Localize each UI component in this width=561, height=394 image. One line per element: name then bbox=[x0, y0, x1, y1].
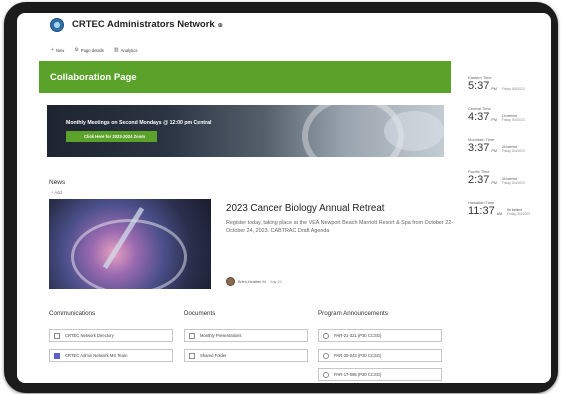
site-title[interactable]: CRTEC Administrators Network ⊕ bbox=[72, 19, 223, 30]
documents-heading: Documents bbox=[184, 310, 216, 317]
clock-mountain: Mountain Time 3:37 PM 2h behind Friday, … bbox=[468, 137, 548, 154]
link-network-directory[interactable]: CRTEC Network Directory bbox=[49, 329, 173, 342]
clock-pacific: Pacific Time 2:37 PM 3h behind Friday, 8… bbox=[468, 169, 548, 186]
clock-date: Friday, 8/4/2023 bbox=[501, 149, 525, 153]
clock-ampm: PM bbox=[491, 118, 497, 122]
new-button[interactable]: + New bbox=[51, 47, 64, 53]
clock-central: Central Time 4:37 PM 1h behind Friday, 8… bbox=[468, 106, 548, 123]
page-details-label: Page details bbox=[80, 47, 104, 53]
clock-time: 3:37 bbox=[468, 142, 490, 154]
link-ms-team[interactable]: CRTEC Admin Network MS Team bbox=[49, 349, 173, 362]
clock-date: Friday, 8/4/2023 bbox=[507, 212, 530, 216]
link-label: PAR-17-095 (P30 CCSG) bbox=[334, 372, 382, 377]
clock-time: 2:37 bbox=[468, 174, 490, 186]
news-author: Brien,Heather M. July 20 bbox=[226, 277, 282, 286]
clock-ampm: PM bbox=[491, 149, 497, 153]
link-par-20-043[interactable]: PAR-20-043 (P30 CCSG) bbox=[318, 349, 442, 362]
promo-image: Monthly Meetings on Second Mondays @ 12:… bbox=[47, 105, 444, 157]
site-logo[interactable] bbox=[50, 18, 64, 32]
site-header: CRTEC Administrators Network ⊕ bbox=[17, 13, 551, 39]
link-par-17-095[interactable]: PAR-17-095 (P30 CCSG) bbox=[318, 368, 442, 381]
page-details-button[interactable]: ⚙ Page details bbox=[74, 47, 104, 53]
clock-date: Friday, 8/4/2023 bbox=[501, 118, 525, 122]
hero-banner: Collaboration Page bbox=[39, 61, 451, 93]
screenshot-frame: CRTEC Administrators Network ⊕ + New ⚙ Pa… bbox=[0, 0, 561, 394]
clock-meta: 6h behind Friday, 8/4/2023 bbox=[507, 208, 530, 216]
communications-heading: Communications bbox=[49, 310, 96, 317]
globe-icon bbox=[323, 352, 329, 359]
document-icon bbox=[54, 332, 60, 339]
news-heading: News bbox=[49, 179, 66, 186]
clock-date: Friday, 8/4/2023 bbox=[501, 87, 525, 91]
zoom-link-button[interactable]: Click Here for 2023-2024 Zoom bbox=[66, 131, 157, 142]
clock-meta: 1h behind Friday, 8/4/2023 bbox=[502, 114, 525, 122]
page-title: Collaboration Page bbox=[50, 72, 137, 83]
device-bezel: CRTEC Administrators Network ⊕ + New ⚙ Pa… bbox=[4, 2, 558, 393]
chart-icon: ▥ bbox=[113, 47, 119, 53]
clock-date: Friday, 8/4/2023 bbox=[501, 181, 525, 185]
clock-ampm: PM bbox=[491, 181, 497, 185]
avatar bbox=[226, 277, 235, 286]
add-news-button[interactable]: + Add bbox=[51, 190, 62, 195]
news-image[interactable] bbox=[49, 199, 211, 289]
gear-icon: ⚙ bbox=[74, 47, 79, 53]
link-label: CRTEC Network Directory bbox=[65, 333, 114, 338]
link-shared-folder[interactable]: Shared Folder bbox=[184, 349, 308, 362]
clock-time: 5:37 bbox=[468, 80, 490, 92]
follow-icon[interactable]: ⊕ bbox=[218, 23, 223, 29]
link-label: CRTEC Admin Network MS Team bbox=[65, 353, 128, 358]
author-name: Brien,Heather M. bbox=[238, 279, 267, 284]
command-bar: + New ⚙ Page details ▥ Analytics bbox=[51, 45, 137, 55]
clock-ampm: PM bbox=[491, 87, 497, 91]
link-label: Shared Folder bbox=[200, 353, 227, 358]
browser-screen: CRTEC Administrators Network ⊕ + New ⚙ Pa… bbox=[17, 13, 551, 383]
clock-meta: 3h behind Friday, 8/4/2023 bbox=[502, 177, 525, 185]
promo-text: Monthly Meetings on Second Mondays @ 12:… bbox=[66, 120, 212, 126]
new-label: New bbox=[55, 47, 65, 53]
link-label: Monthly Presentations bbox=[200, 333, 242, 338]
program-announcements-heading: Program Announcements bbox=[318, 310, 388, 317]
news-title[interactable]: 2023 Cancer Biology Annual Retreat bbox=[226, 203, 385, 214]
folder-icon bbox=[189, 352, 195, 359]
news-excerpt: Register today, taking place at the VEA … bbox=[226, 220, 454, 234]
clock-time: 4:37 bbox=[468, 111, 490, 123]
link-monthly-presentations[interactable]: Monthly Presentations bbox=[184, 329, 308, 342]
analytics-label: Analytics bbox=[120, 47, 138, 53]
clock-time: 11:37 bbox=[468, 205, 495, 217]
link-label: PAR-20-043 (P30 CCSG) bbox=[334, 353, 382, 358]
globe-icon bbox=[323, 371, 329, 378]
teams-icon bbox=[54, 352, 60, 359]
clock-meta: 2h behind Friday, 8/4/2023 bbox=[502, 145, 525, 153]
clock-ampm: AM bbox=[496, 212, 503, 216]
site-title-text: CRTEC Administrators Network bbox=[72, 19, 215, 30]
analytics-button[interactable]: ▥ Analytics bbox=[114, 47, 138, 53]
author-date: July 20 bbox=[269, 279, 282, 284]
presentation-icon bbox=[189, 332, 195, 339]
globe-icon bbox=[323, 332, 329, 339]
clock-hawaiian: Hawaiian Time 11:37 AM 6h behind Friday,… bbox=[468, 200, 548, 217]
link-label: PAR-21-321 (P30 CCSG) bbox=[334, 333, 382, 338]
plus-icon: + bbox=[51, 47, 54, 53]
link-par-21-321[interactable]: PAR-21-321 (P30 CCSG) bbox=[318, 329, 442, 342]
clock-eastern: Eastern Time 5:37 PM Friday, 8/4/2023 bbox=[468, 75, 548, 92]
